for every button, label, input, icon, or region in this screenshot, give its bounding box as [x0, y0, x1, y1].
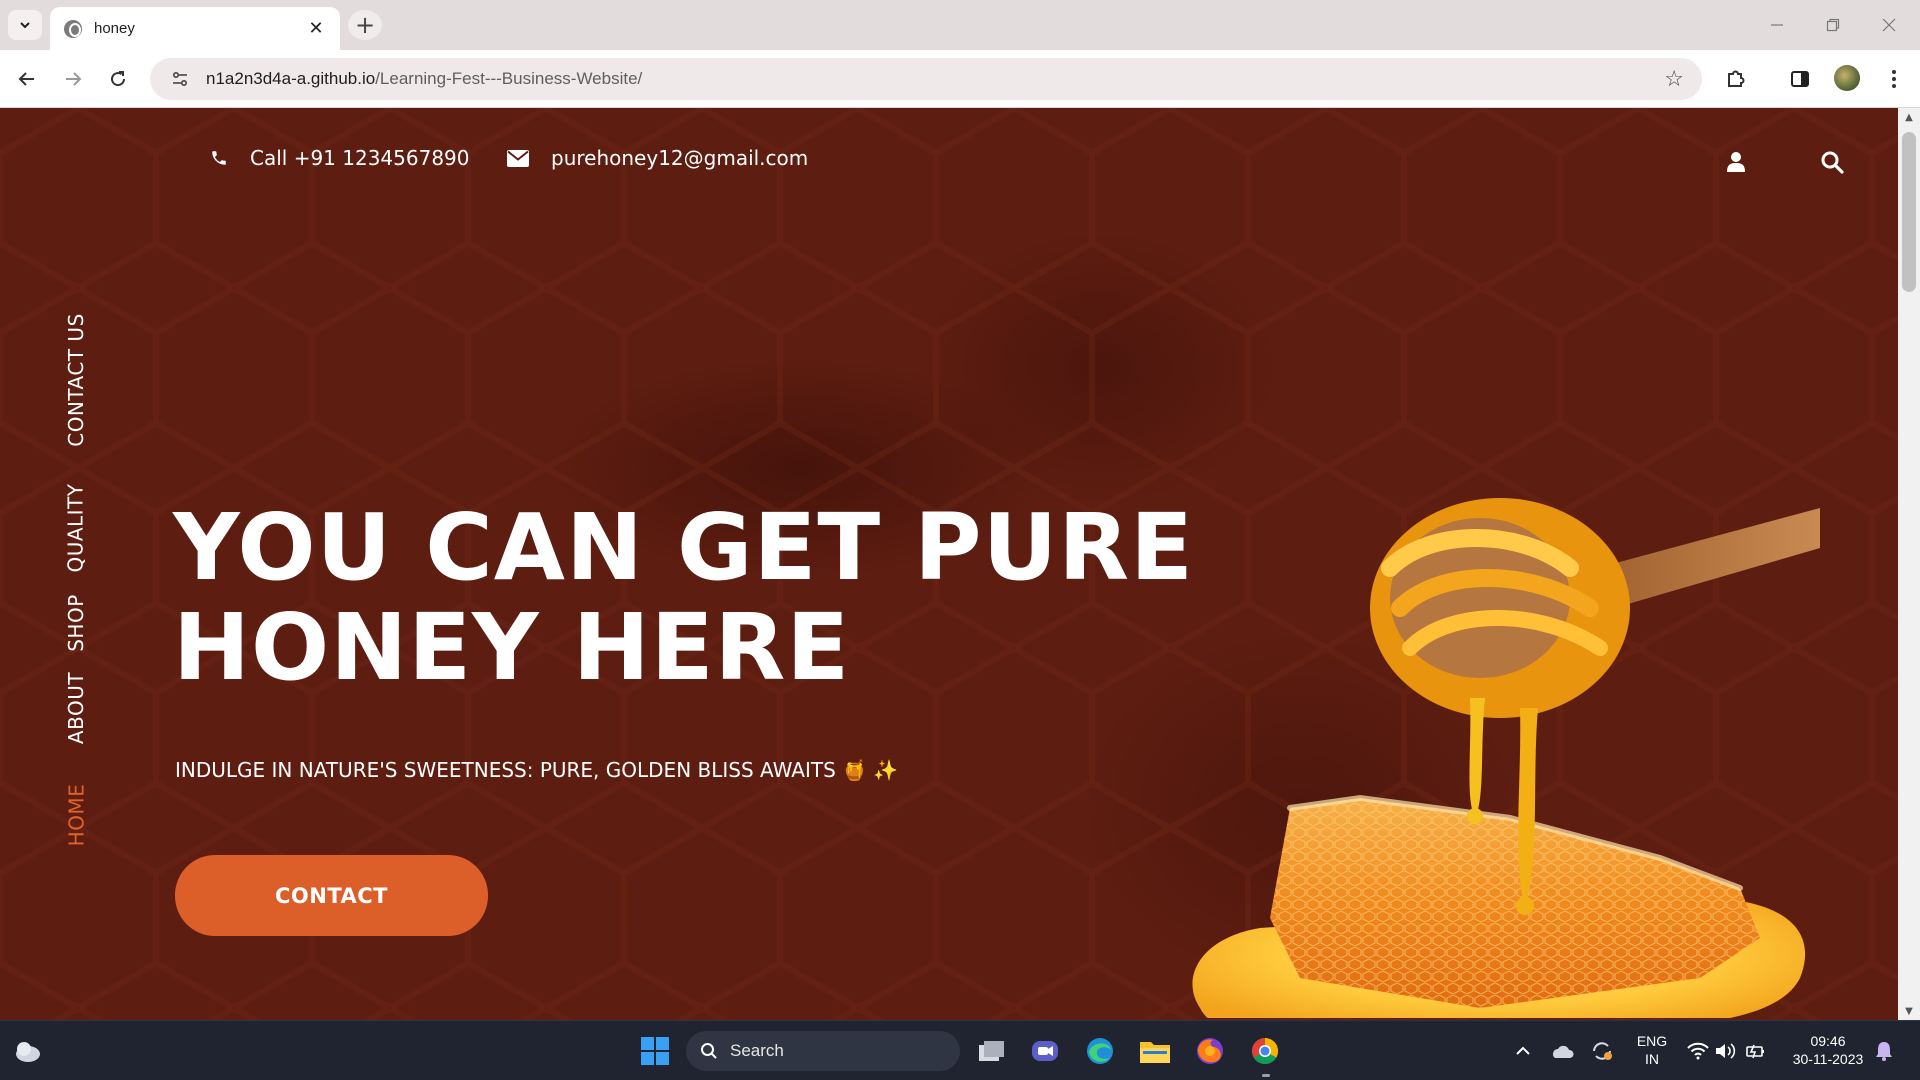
region-code: IN	[1645, 1051, 1659, 1067]
search-icon	[701, 1043, 717, 1059]
hero-title-line-1: YOU CAN GET PURE	[173, 494, 1194, 601]
scroll-down-arrow-icon[interactable]: ▼	[1898, 1002, 1920, 1020]
arrow-left-icon	[18, 72, 34, 86]
phone-contact[interactable]: Call +91 1234567890	[210, 146, 470, 170]
battery-icon[interactable]	[1738, 1033, 1774, 1069]
forward-button[interactable]	[55, 61, 91, 97]
extensions-button[interactable]	[1722, 65, 1750, 93]
envelope-icon	[507, 149, 529, 167]
close-window-button[interactable]	[1862, 8, 1916, 42]
new-tab-button[interactable]: +	[348, 10, 382, 40]
edge-browser-icon[interactable]	[1082, 1033, 1118, 1069]
language-indicator[interactable]: ENG IN	[1628, 1032, 1676, 1068]
email-text: purehoney12@gmail.com	[551, 146, 809, 170]
url-host: n1a2n3d4a-a.github.io	[206, 69, 376, 88]
start-button[interactable]	[637, 1033, 673, 1069]
page-scrollbar[interactable]: ▲ ▼	[1898, 108, 1920, 1020]
nav-home[interactable]: HOME	[58, 735, 94, 895]
side-panel-icon	[1791, 71, 1809, 87]
globe-icon	[64, 19, 82, 38]
windows-taskbar: Search ENG IN 09:46 30-11-2023	[0, 1020, 1920, 1080]
notification-bell-icon[interactable]	[1866, 1033, 1902, 1069]
scroll-up-arrow-icon[interactable]: ▲	[1898, 108, 1920, 126]
tab-search-button[interactable]	[8, 10, 42, 40]
taskbar-search[interactable]: Search	[686, 1031, 960, 1071]
browser-tab[interactable]: honey ✕	[50, 7, 340, 50]
tab-title: honey	[94, 20, 135, 37]
scrollbar-thumb[interactable]	[1902, 132, 1916, 292]
hero-subtitle: INDULGE IN NATURE'S SWEETNESS: PURE, GOL…	[175, 758, 899, 782]
hero-title-line-2: HONEY HERE	[173, 594, 851, 701]
teams-chat-icon[interactable]	[1027, 1033, 1063, 1069]
weather-widget-icon[interactable]	[10, 1033, 46, 1069]
close-tab-icon[interactable]: ✕	[306, 18, 326, 39]
user-account-button[interactable]	[1722, 148, 1750, 176]
language-code: ENG	[1636, 1033, 1668, 1049]
firefox-icon[interactable]	[1192, 1033, 1228, 1069]
search-icon	[1821, 151, 1844, 174]
user-icon	[1727, 152, 1745, 172]
more-vertical-icon	[1892, 70, 1896, 88]
profile-avatar[interactable]	[1834, 65, 1860, 91]
task-view-icon[interactable]	[973, 1033, 1009, 1069]
active-app-indicator	[1262, 1074, 1270, 1077]
phone-icon	[210, 149, 228, 167]
reload-button[interactable]	[100, 61, 136, 97]
site-settings-icon[interactable]	[168, 67, 192, 91]
clock-time: 09:46	[1810, 1033, 1846, 1049]
onedrive-icon[interactable]	[1544, 1033, 1580, 1069]
chevron-down-icon	[20, 22, 30, 29]
restore-button[interactable]	[1806, 8, 1860, 42]
reload-icon	[111, 71, 126, 87]
bookmark-star-icon[interactable]: ☆	[1664, 67, 1684, 92]
arrow-right-icon	[66, 72, 82, 86]
taskbar-search-label: Search	[730, 1041, 784, 1060]
back-button[interactable]	[9, 61, 45, 97]
chevron-up-icon	[1516, 1046, 1530, 1055]
browser-tab-bar: honey ✕ +	[0, 0, 1920, 50]
phone-text: Call +91 1234567890	[250, 146, 470, 170]
close-icon	[1882, 18, 1896, 32]
search-button[interactable]	[1818, 148, 1846, 176]
address-bar[interactable]: n1a2n3d4a-a.github.io/Learning-Fest---Bu…	[150, 58, 1702, 100]
sync-icon[interactable]	[1584, 1033, 1620, 1069]
show-hidden-icons-button[interactable]	[1505, 1033, 1541, 1069]
browser-menu-button[interactable]	[1880, 65, 1908, 93]
minimize-button[interactable]	[1750, 8, 1804, 42]
side-panel-button[interactable]	[1786, 65, 1814, 93]
clock-date: 30-11-2023	[1792, 1051, 1864, 1067]
minimize-icon	[1771, 24, 1783, 26]
contact-button[interactable]: CONTACT	[175, 855, 488, 936]
hero-title: YOU CAN GET PURE HONEY HERE	[173, 494, 1194, 701]
chrome-icon[interactable]	[1247, 1033, 1283, 1069]
file-explorer-icon[interactable]	[1137, 1033, 1173, 1069]
browser-toolbar: n1a2n3d4a-a.github.io/Learning-Fest---Bu…	[0, 50, 1920, 108]
puzzle-icon	[1728, 70, 1745, 87]
restore-icon	[1826, 18, 1840, 32]
honeycomb-dipper-image	[1192, 498, 1820, 1018]
url-path: /Learning-Fest---Business-Website/	[375, 69, 643, 88]
system-clock[interactable]: 09:46 30-11-2023	[1782, 1032, 1874, 1068]
honey-landing-page: Call +91 1234567890 purehoney12@gmail.co…	[0, 108, 1898, 1020]
windows-logo-icon	[641, 1037, 669, 1065]
email-contact[interactable]: purehoney12@gmail.com	[507, 146, 808, 170]
